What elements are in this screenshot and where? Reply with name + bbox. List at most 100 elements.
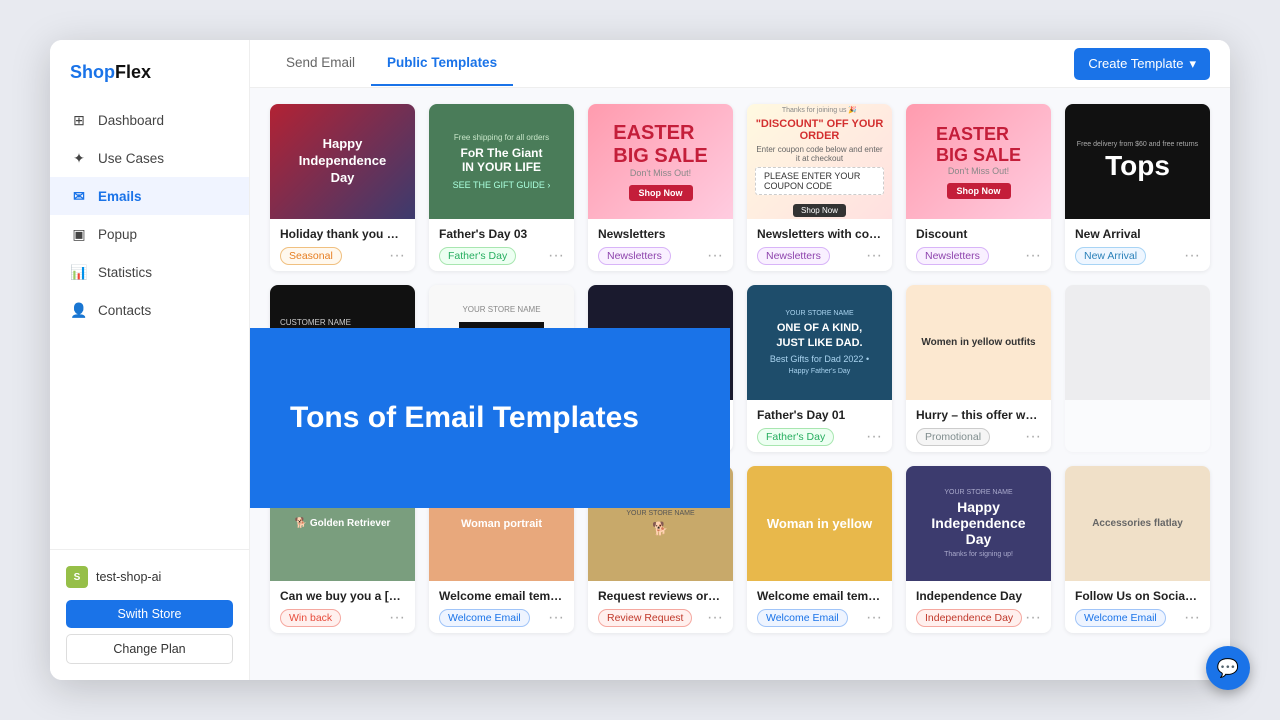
- template-card[interactable]: Accessories flatlay Follow Us on Social …: [1065, 466, 1210, 633]
- popup-icon: ▣: [70, 225, 88, 243]
- logo-part1: Shop: [70, 62, 115, 82]
- more-options-button[interactable]: ···: [1025, 248, 1041, 264]
- template-footer: Independence Day ···: [916, 609, 1041, 627]
- template-info: Newsletters Newsletters ···: [588, 219, 733, 271]
- more-options-button[interactable]: ···: [866, 429, 882, 445]
- sidebar-item-contacts[interactable]: 👤 Contacts: [50, 291, 249, 329]
- template-footer: Welcome Email ···: [757, 609, 882, 627]
- more-options-button[interactable]: ···: [1025, 429, 1041, 445]
- template-tag[interactable]: Promotional: [916, 428, 990, 446]
- template-info: New Arrival New Arrival ···: [1065, 219, 1210, 271]
- template-tag[interactable]: New Arrival: [1075, 247, 1146, 265]
- people-icon: 👤: [70, 301, 88, 319]
- template-name: Newsletters with coupon: [757, 227, 882, 241]
- template-card[interactable]: YOUR STORE NAME ONE OF A KIND,JUST LIKE …: [747, 285, 892, 452]
- template-tag[interactable]: Newsletters: [598, 247, 671, 265]
- more-options-button[interactable]: ···: [1184, 610, 1200, 626]
- promo-text: Tons of Email Templates: [290, 400, 639, 436]
- template-card[interactable]: Thanks for joining us 🎉 "DISCOUNT" OFF Y…: [747, 104, 892, 271]
- template-card[interactable]: HappyIndependenceDay Holiday thank you e…: [270, 104, 415, 271]
- more-options-button[interactable]: ···: [866, 248, 882, 264]
- sidebar-item-label: Contacts: [98, 303, 151, 318]
- template-card[interactable]: Woman in yellow Welcome email template 1…: [747, 466, 892, 633]
- template-tag[interactable]: Independence Day: [916, 609, 1022, 627]
- template-name: Hurry – this offer won't last f...: [916, 408, 1041, 422]
- more-options-button[interactable]: ···: [707, 248, 723, 264]
- template-info: Can we buy you a [product y... Win back …: [270, 581, 415, 633]
- template-tag[interactable]: Welcome Email: [1075, 609, 1166, 627]
- logo-part2: Flex: [115, 62, 151, 82]
- template-footer: Father's Day ···: [439, 247, 564, 265]
- more-options-button[interactable]: ···: [707, 610, 723, 626]
- template-card[interactable]: [1065, 285, 1210, 452]
- template-tag[interactable]: Win back: [280, 609, 341, 627]
- more-options-button[interactable]: ···: [866, 610, 882, 626]
- template-info: Father's Day 03 Father's Day ···: [429, 219, 574, 271]
- template-tag[interactable]: Newsletters: [916, 247, 989, 265]
- template-name: Holiday thank you email: [280, 227, 405, 241]
- template-info: Request reviews or feedback Review Reque…: [588, 581, 733, 633]
- template-footer: Seasonal ···: [280, 247, 405, 265]
- template-footer: Welcome Email ···: [439, 609, 564, 627]
- tab-send-email[interactable]: Send Email: [270, 41, 371, 86]
- template-card[interactable]: YOUR STORE NAME HappyIndependenceDay Tha…: [906, 466, 1051, 633]
- template-name: [1075, 408, 1200, 422]
- sidebar-item-label: Popup: [98, 227, 137, 242]
- template-footer: Father's Day ···: [757, 428, 882, 446]
- template-tag[interactable]: Seasonal: [280, 247, 342, 265]
- more-options-button[interactable]: ···: [1184, 248, 1200, 264]
- sidebar-item-popup[interactable]: ▣ Popup: [50, 215, 249, 253]
- template-tag[interactable]: Review Request: [598, 609, 692, 627]
- more-options-button[interactable]: ···: [389, 610, 405, 626]
- template-grid-container: Tons of Email Templates HappyIndependenc…: [250, 88, 1230, 680]
- template-card[interactable]: EASTERBIG SALE Don't Miss Out! Shop Now …: [906, 104, 1051, 271]
- template-footer: Promotional ···: [916, 428, 1041, 446]
- template-info: Newsletters with coupon Newsletters ···: [747, 219, 892, 271]
- sidebar-footer: S test-shop-ai Swith Store Change Plan: [50, 549, 249, 680]
- sidebar-item-emails[interactable]: ✉ Emails: [50, 177, 249, 215]
- sidebar-item-use-cases[interactable]: ✦ Use Cases: [50, 139, 249, 177]
- template-footer: Newsletters ···: [757, 247, 882, 265]
- template-tag[interactable]: Father's Day: [757, 428, 834, 446]
- template-name: Can we buy you a [product y...: [280, 589, 405, 603]
- more-options-button[interactable]: ···: [548, 610, 564, 626]
- template-name: Father's Day 03: [439, 227, 564, 241]
- template-footer: Welcome Email ···: [1075, 609, 1200, 627]
- email-icon: ✉: [70, 187, 88, 205]
- chat-widget-button[interactable]: 💬: [1206, 646, 1250, 690]
- sidebar-item-label: Dashboard: [98, 113, 164, 128]
- more-options-button[interactable]: ···: [548, 248, 564, 264]
- template-name: Request reviews or feedback: [598, 589, 723, 603]
- sidebar: ShopFlex ⊞ Dashboard ✦ Use Cases ✉ Email…: [50, 40, 250, 680]
- template-tag[interactable]: Newsletters: [757, 247, 830, 265]
- more-options-button[interactable]: ···: [389, 248, 405, 264]
- store-name: test-shop-ai: [96, 570, 161, 584]
- template-tag[interactable]: Welcome Email: [439, 609, 530, 627]
- app-logo: ShopFlex: [50, 40, 249, 101]
- template-name: Discount: [916, 227, 1041, 241]
- tab-public-templates[interactable]: Public Templates: [371, 41, 513, 86]
- switch-store-button[interactable]: Swith Store: [66, 600, 233, 628]
- template-name: Welcome email template 2: [439, 589, 564, 603]
- template-card[interactable]: Free delivery from $60 and free returns …: [1065, 104, 1210, 271]
- more-options-button[interactable]: ···: [1025, 610, 1041, 626]
- change-plan-button[interactable]: Change Plan: [66, 634, 233, 664]
- template-info: Holiday thank you email Seasonal ···: [270, 219, 415, 271]
- chevron-down-icon: ▾: [1189, 56, 1196, 72]
- star-icon: ✦: [70, 149, 88, 167]
- chart-icon: 📊: [70, 263, 88, 281]
- template-card[interactable]: Women in yellow outfits Hurry – this off…: [906, 285, 1051, 452]
- sidebar-nav: ⊞ Dashboard ✦ Use Cases ✉ Emails ▣ Popup…: [50, 101, 249, 549]
- template-name: Newsletters: [598, 227, 723, 241]
- template-card[interactable]: Free shipping for all orders FoR The Gia…: [429, 104, 574, 271]
- template-name: Follow Us on Social Media: [1075, 589, 1200, 603]
- template-name: Independence Day: [916, 589, 1041, 603]
- sidebar-item-statistics[interactable]: 📊 Statistics: [50, 253, 249, 291]
- top-bar: Send Email Public Templates Create Templ…: [250, 40, 1230, 88]
- template-tag[interactable]: Welcome Email: [757, 609, 848, 627]
- tabs: Send Email Public Templates: [270, 41, 513, 86]
- sidebar-item-dashboard[interactable]: ⊞ Dashboard: [50, 101, 249, 139]
- template-card[interactable]: EASTERBIG SALE Don't Miss Out! Shop Now …: [588, 104, 733, 271]
- template-tag[interactable]: Father's Day: [439, 247, 516, 265]
- create-template-button[interactable]: Create Template ▾: [1074, 48, 1210, 80]
